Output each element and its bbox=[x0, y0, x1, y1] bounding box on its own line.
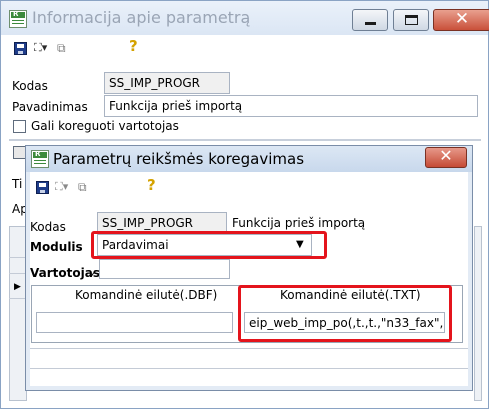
maximize-icon bbox=[405, 15, 418, 25]
dialog-body: ⛶▾ ⧉ ? Kodas SS_IMP_PROGR Funkcija prieš… bbox=[30, 172, 468, 386]
vartotojas-checkmark[interactable]: ✓ bbox=[88, 267, 98, 281]
vartotojas-field[interactable] bbox=[99, 259, 230, 279]
close-icon: ✕ bbox=[439, 146, 453, 165]
dialog-save-icon[interactable] bbox=[36, 181, 49, 194]
close-button[interactable]: ✕ bbox=[433, 9, 489, 31]
dbf-label: Komandinė eilutė(.DBF) bbox=[75, 288, 218, 302]
parameter-edit-dialog: R Parametrų reikšmės koregavimas ✕ ⛶▾ ⧉ … bbox=[25, 145, 473, 391]
hidden-label-ti: Ti bbox=[12, 177, 23, 191]
minimize-button[interactable] bbox=[352, 9, 388, 31]
kodas-field[interactable]: SS_IMP_PROGR bbox=[104, 72, 230, 94]
dialog-copy-icon[interactable]: ⧉ bbox=[78, 180, 87, 194]
dialog-network-icon[interactable]: ⛶▾ bbox=[55, 180, 68, 194]
help-icon[interactable]: ? bbox=[129, 39, 138, 54]
outer-separator bbox=[9, 139, 481, 141]
maximize-button[interactable] bbox=[393, 9, 429, 31]
dialog-titlebar[interactable]: R Parametrų reikšmės koregavimas ✕ bbox=[26, 146, 472, 172]
modulis-highlight bbox=[91, 231, 327, 259]
outer-titlebar[interactable]: R Informacija apie parametrą ✕ bbox=[1, 1, 489, 35]
txt-highlight bbox=[238, 285, 452, 342]
outer-window-title: Informacija apie parametrą bbox=[32, 8, 251, 27]
dialog-description: Funkcija prieš importą bbox=[232, 216, 366, 230]
dialog-grid-line bbox=[30, 368, 468, 369]
kodas-label: Kodas bbox=[12, 79, 48, 93]
dialog-kodas-label: Kodas bbox=[30, 220, 66, 234]
modulis-label: Modulis bbox=[30, 240, 83, 254]
close-icon: ✕ bbox=[454, 9, 470, 29]
dialog-title: Parametrų reikšmės koregavimas bbox=[53, 150, 305, 168]
dialog-app-icon: R bbox=[31, 150, 49, 168]
row-pointer-icon: ▶ bbox=[14, 282, 21, 292]
save-icon[interactable] bbox=[14, 42, 27, 55]
pavadinimas-field[interactable]: Funkcija prieš importą bbox=[104, 95, 478, 117]
app-icon: R bbox=[9, 10, 27, 28]
outer-grid-right-edge bbox=[474, 226, 482, 401]
editable-checkbox[interactable] bbox=[13, 120, 26, 133]
pavadinimas-label: Pavadinimas bbox=[12, 100, 88, 114]
dialog-close-button[interactable]: ✕ bbox=[425, 146, 467, 168]
dialog-help-icon[interactable]: ? bbox=[147, 178, 156, 193]
minimize-icon bbox=[365, 22, 376, 25]
copy-icon[interactable]: ⧉ bbox=[57, 41, 66, 55]
editable-checkbox-label: Gali koreguoti vartotojas bbox=[31, 119, 179, 133]
dialog-grid-line bbox=[30, 348, 468, 349]
network-icon[interactable]: ⛶▾ bbox=[34, 41, 47, 55]
dbf-command-field[interactable] bbox=[36, 312, 233, 333]
